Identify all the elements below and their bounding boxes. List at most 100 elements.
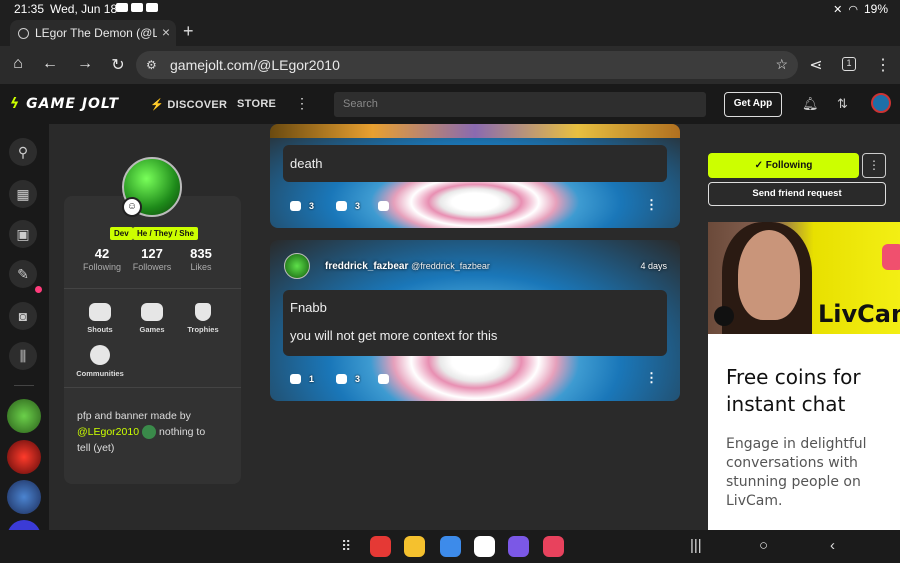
tag-pronouns: He / They / She [133,227,198,240]
home-circle-icon[interactable]: ○ [759,537,768,554]
camera-app-icon[interactable] [543,536,564,557]
comment-count: 3 [355,374,361,384]
ad-headline: Free coins for instant chat [726,365,861,416]
tab-switcher-button[interactable]: 1 [842,57,856,71]
sticker-icon[interactable] [378,374,390,384]
store-link[interactable]: STORE [237,98,276,110]
communities-icon [90,345,110,365]
nav-trophies[interactable]: Trophies [183,303,223,334]
ad-brand: LivCam [818,300,900,328]
browser-tab[interactable]: LEgor The Demon (@LEgor2010) × [10,20,176,46]
post-image-strip [270,124,680,138]
chat-icon[interactable]: ◙ [9,302,37,330]
like-count: 1 [309,374,315,384]
sticker-icon[interactable] [378,201,390,211]
advertisement[interactable]: LivCam Free coins for instant chat Engag… [708,222,900,530]
send-friend-request-button[interactable]: Send friend request [708,182,886,206]
backpack-icon[interactable]: ▣ [9,220,37,248]
ad-image: LivCam [708,222,900,334]
community-avatar-1[interactable] [7,399,41,433]
post-more-icon[interactable]: ⋮ [645,197,658,213]
gamejolt-logo[interactable]: ϟ GAME JOLT [10,96,119,112]
left-sidebar: ⚲ ▦ ▣ ✎ ◙ ⫼ [0,124,49,554]
notifications-bell-icon[interactable]: 🔔︎ [802,96,819,112]
post-card[interactable]: death 3 3 ⋮ [270,124,680,228]
post-card[interactable]: freddrick_fazbear @freddrick_fazbear 4 d… [270,240,680,401]
comment-count: 3 [355,201,361,211]
instagram-icon [882,244,900,270]
site-settings-icon[interactable]: ⚙ [146,58,157,72]
post-author-avatar[interactable] [284,253,310,279]
battery-level: 19% [863,2,888,16]
forward-icon[interactable]: → [75,55,95,73]
recent-apps-icon[interactable]: ||| [690,537,702,554]
reload-icon[interactable]: ↻ [108,55,128,75]
stat-followers[interactable]: 127 Followers [128,246,176,272]
new-tab-button[interactable]: + [183,21,194,42]
user-avatar[interactable] [871,93,891,113]
like-heart-icon[interactable] [290,374,301,384]
browser-toolbar: ⌂ ← → ↻ ⚙ gamejolt.com/@LEgor2010 ☆ ⋖ 1 … [0,46,900,84]
internet-app-icon[interactable] [508,536,529,557]
messages-app-icon[interactable] [474,536,495,557]
library-icon[interactable]: ⫼ [9,342,37,370]
back-nav-icon[interactable]: ‹ [830,537,835,554]
ad-body: Engage in delightful conversations with … [726,436,867,509]
profile-bio: pfp and banner made by @LEgor2010 nothing… [77,410,206,454]
stat-likes: 835 Likes [190,246,212,272]
bio-mention-link[interactable]: @LEgor2010 [77,426,139,438]
activity-icon[interactable]: ⚲ [9,138,37,166]
site-header: ϟ GAME JOLT ⚡ DISCOVER STORE ⋮ Search Ge… [0,84,900,124]
browser-tab-strip: LEgor The Demon (@LEgor2010) × + [0,18,900,46]
calendar-app-icon[interactable] [440,536,461,557]
comment-icon[interactable] [336,374,348,384]
comment-icon[interactable] [336,201,348,211]
discover-link[interactable]: ⚡ DISCOVER [150,98,227,111]
like-heart-icon[interactable] [290,201,301,211]
get-app-button[interactable]: Get App [724,92,782,117]
nav-games[interactable]: Games [132,303,172,334]
post-text: Fnabb you will not get more context for … [283,290,667,356]
nav-communities[interactable]: Communities [74,345,126,378]
home-icon[interactable]: ⌂ [8,55,28,73]
flipboard-app-icon[interactable] [370,536,391,557]
profile-avatar[interactable]: ☺ [122,157,182,217]
nav-shouts[interactable]: Shouts [80,303,120,334]
system-nav-bar: ⠿ ||| ○ ‹ [0,530,900,563]
status-right: ✕ ◠ 19% [833,2,888,16]
share-icon[interactable]: ⋖ [806,55,826,75]
post-more-icon[interactable]: ⋮ [645,370,658,386]
create-icon[interactable]: ✎ [9,260,37,288]
post-text: death [283,145,667,182]
post-author[interactable]: freddrick_fazbear @freddrick_fazbear [325,261,490,272]
community-avatar-2[interactable] [7,440,41,474]
store-icon[interactable]: ▦ [9,180,37,208]
community-avatar-3[interactable] [7,480,41,514]
speech-bubble-icon [89,303,111,321]
notification-dot [35,286,42,293]
post-actions: 1 3 [290,374,401,384]
close-tab-icon[interactable]: × [162,24,170,40]
status-date: Wed, Jun 18 [50,2,118,16]
address-bar[interactable]: ⚙ gamejolt.com/@LEgor2010 ☆ [136,51,798,79]
globe-icon [18,27,29,39]
browser-menu-icon[interactable]: ⋮ [873,55,893,75]
back-icon[interactable]: ← [40,55,60,73]
tag-dev: Dev [110,227,133,240]
bookmark-star-icon[interactable]: ☆ [775,56,788,73]
app-drawer-icon[interactable]: ⠿ [341,538,351,555]
profile-divider-2 [64,387,241,388]
ad-search-icon [714,306,734,326]
stat-following[interactable]: 42 Following [80,246,124,272]
url-text[interactable]: gamejolt.com/@LEgor2010 [170,57,340,73]
trophy-icon [195,303,211,321]
tab-title: LEgor The Demon (@LEgor2010) [35,26,157,40]
friends-icon[interactable]: ⇅ [837,96,848,112]
system-status-bar: 21:35 Wed, Jun 18 ✕ ◠ 19% [0,0,900,18]
more-menu-icon[interactable]: ⋮ [295,95,309,112]
post-actions: 3 3 [290,201,401,211]
profile-more-icon[interactable]: ⋮ [862,153,886,178]
search-input[interactable]: Search [334,92,706,117]
following-button[interactable]: ✓ Following [708,153,859,178]
files-app-icon[interactable] [404,536,425,557]
